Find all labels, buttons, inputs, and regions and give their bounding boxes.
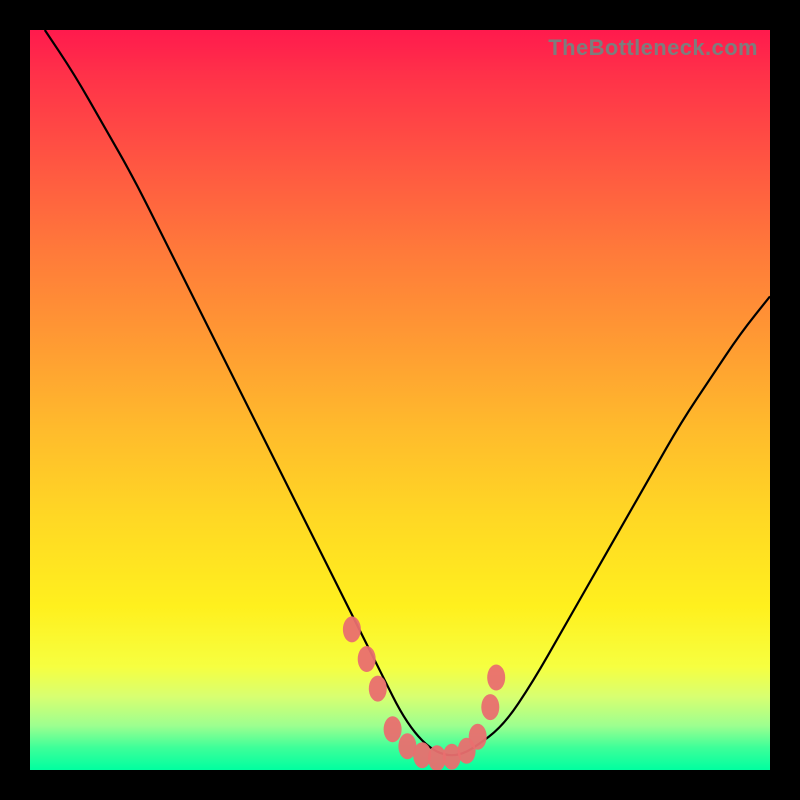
curve-marker [343,616,361,642]
curve-marker [369,676,387,702]
plot-area: TheBottleneck.com [30,30,770,770]
curve-marker [469,724,487,750]
curve-marker [358,646,376,672]
curve-marker [384,716,402,742]
curve-marker [487,665,505,691]
marker-group [343,616,505,770]
curve-marker [481,694,499,720]
chart-frame: TheBottleneck.com [0,0,800,800]
bottleneck-curve [30,30,770,770]
curve-path [45,30,770,755]
